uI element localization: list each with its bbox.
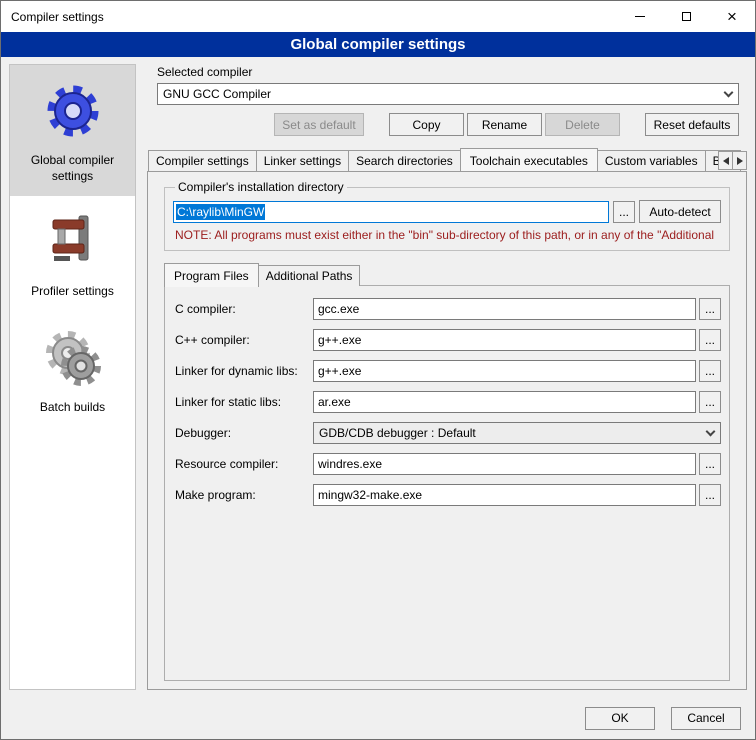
install-dir-note: NOTE: All programs must exist either in … — [175, 228, 719, 242]
linker-static-label: Linker for static libs: — [175, 395, 313, 409]
c-compiler-label: C compiler: — [175, 302, 313, 316]
selected-compiler-value: GNU GCC Compiler — [163, 87, 271, 101]
install-dir-group-title: Compiler's installation directory — [175, 180, 347, 194]
chevron-down-icon — [718, 84, 738, 104]
selected-compiler-dropdown[interactable]: GNU GCC Compiler — [157, 83, 739, 105]
reset-defaults-button[interactable]: Reset defaults — [645, 113, 739, 136]
tab-toolchain-executables[interactable]: Toolchain executables — [460, 148, 598, 171]
minimize-button[interactable] — [617, 1, 663, 32]
dialog-header: Global compiler settings — [1, 32, 755, 57]
subtab-additional-paths[interactable]: Additional Paths — [258, 265, 361, 286]
sidebar-item-batch-builds[interactable]: Batch builds — [10, 312, 135, 428]
sidebar-item-label: Profiler settings — [14, 284, 131, 300]
linker-dynamic-label: Linker for dynamic libs: — [175, 364, 313, 378]
field-row-linker-dynamic: Linker for dynamic libs: ... — [175, 360, 721, 382]
tab-scroll-right-button[interactable] — [732, 151, 747, 170]
window-controls — [617, 1, 755, 32]
titlebar: Compiler settings — [1, 1, 755, 32]
install-dir-group: Compiler's installation directory C:\ray… — [164, 180, 730, 251]
field-row-debugger: Debugger: GDB/CDB debugger : Default — [175, 422, 721, 444]
resource-compiler-browse-button[interactable]: ... — [699, 453, 721, 475]
minimize-icon — [635, 16, 645, 17]
cpp-compiler-label: C++ compiler: — [175, 333, 313, 347]
rename-button[interactable]: Rename — [467, 113, 542, 136]
sidebar-item-profiler-settings[interactable]: Profiler settings — [10, 196, 135, 312]
install-dir-input[interactable]: C:\raylib\MinGW — [173, 201, 609, 223]
field-row-c-compiler: C compiler: ... — [175, 298, 721, 320]
debugger-label: Debugger: — [175, 426, 313, 440]
resource-compiler-label: Resource compiler: — [175, 457, 313, 471]
linker-static-browse-button[interactable]: ... — [699, 391, 721, 413]
install-dir-row: C:\raylib\MinGW ... Auto-detect — [173, 200, 721, 223]
set-as-default-button: Set as default — [274, 113, 364, 136]
window-title: Compiler settings — [11, 10, 104, 24]
gray-gears-icon — [41, 326, 105, 390]
settings-tabs: Compiler settings Linker settings Search… — [147, 148, 747, 171]
tab-scroll-left-button[interactable] — [718, 151, 733, 170]
ok-button[interactable]: OK — [585, 707, 655, 730]
dialog-body: Global compiler settings Profiler settin… — [1, 57, 755, 697]
field-row-resource-compiler: Resource compiler: ... — [175, 453, 721, 475]
install-dir-selected-text: C:\raylib\MinGW — [176, 204, 265, 220]
tab-search-directories[interactable]: Search directories — [348, 150, 461, 171]
make-program-input[interactable] — [313, 484, 696, 506]
delete-button: Delete — [545, 113, 620, 136]
sidebar: Global compiler settings Profiler settin… — [9, 64, 136, 690]
maximize-button[interactable] — [663, 1, 709, 32]
copy-button[interactable]: Copy — [389, 113, 464, 136]
install-dir-browse-button[interactable]: ... — [613, 201, 635, 223]
field-row-cpp-compiler: C++ compiler: ... — [175, 329, 721, 351]
main-panel: Selected compiler GNU GCC Compiler Set a… — [147, 64, 747, 690]
tab-compiler-settings[interactable]: Compiler settings — [148, 150, 257, 171]
sidebar-item-label: Batch builds — [14, 400, 131, 416]
auto-detect-button[interactable]: Auto-detect — [639, 200, 721, 223]
close-button[interactable] — [709, 1, 755, 32]
sidebar-item-label: Global compiler settings — [14, 153, 131, 184]
compiler-settings-window: Compiler settings Global compiler settin… — [0, 0, 756, 740]
tab-custom-variables[interactable]: Custom variables — [597, 150, 706, 171]
right-arrow-icon — [737, 157, 743, 165]
cpp-compiler-browse-button[interactable]: ... — [699, 329, 721, 351]
cancel-button[interactable]: Cancel — [671, 707, 741, 730]
tab-scroll-arrows — [718, 151, 747, 170]
make-program-browse-button[interactable]: ... — [699, 484, 721, 506]
resource-compiler-input[interactable] — [313, 453, 696, 475]
make-program-label: Make program: — [175, 488, 313, 502]
sidebar-item-global-compiler-settings[interactable]: Global compiler settings — [10, 65, 135, 196]
debugger-value: GDB/CDB debugger : Default — [319, 426, 476, 440]
program-files-pane: C compiler: ... C++ compiler: ... Linker… — [164, 285, 730, 681]
field-row-make-program: Make program: ... — [175, 484, 721, 506]
selected-compiler-label: Selected compiler — [157, 65, 747, 79]
c-compiler-input[interactable] — [313, 298, 696, 320]
tab-linker-settings[interactable]: Linker settings — [256, 150, 349, 171]
debugger-dropdown[interactable]: GDB/CDB debugger : Default — [313, 422, 721, 444]
c-compiler-browse-button[interactable]: ... — [699, 298, 721, 320]
field-row-linker-static: Linker for static libs: ... — [175, 391, 721, 413]
compiler-actions: Set as default Copy Rename Delete Reset … — [157, 113, 739, 136]
subtab-program-files[interactable]: Program Files — [164, 263, 259, 287]
maximize-icon — [682, 12, 691, 21]
dialog-footer: OK Cancel — [1, 697, 755, 739]
left-arrow-icon — [723, 157, 729, 165]
close-icon — [727, 8, 737, 25]
toolchain-executables-pane: Compiler's installation directory C:\ray… — [147, 171, 747, 690]
chevron-down-icon — [700, 423, 720, 443]
linker-dynamic-browse-button[interactable]: ... — [699, 360, 721, 382]
cpp-compiler-input[interactable] — [313, 329, 696, 351]
linker-static-input[interactable] — [313, 391, 696, 413]
blue-gear-icon — [41, 79, 105, 143]
program-subtabs: Program Files Additional Paths — [164, 263, 738, 286]
linker-dynamic-input[interactable] — [313, 360, 696, 382]
clamp-tool-icon — [41, 210, 105, 274]
